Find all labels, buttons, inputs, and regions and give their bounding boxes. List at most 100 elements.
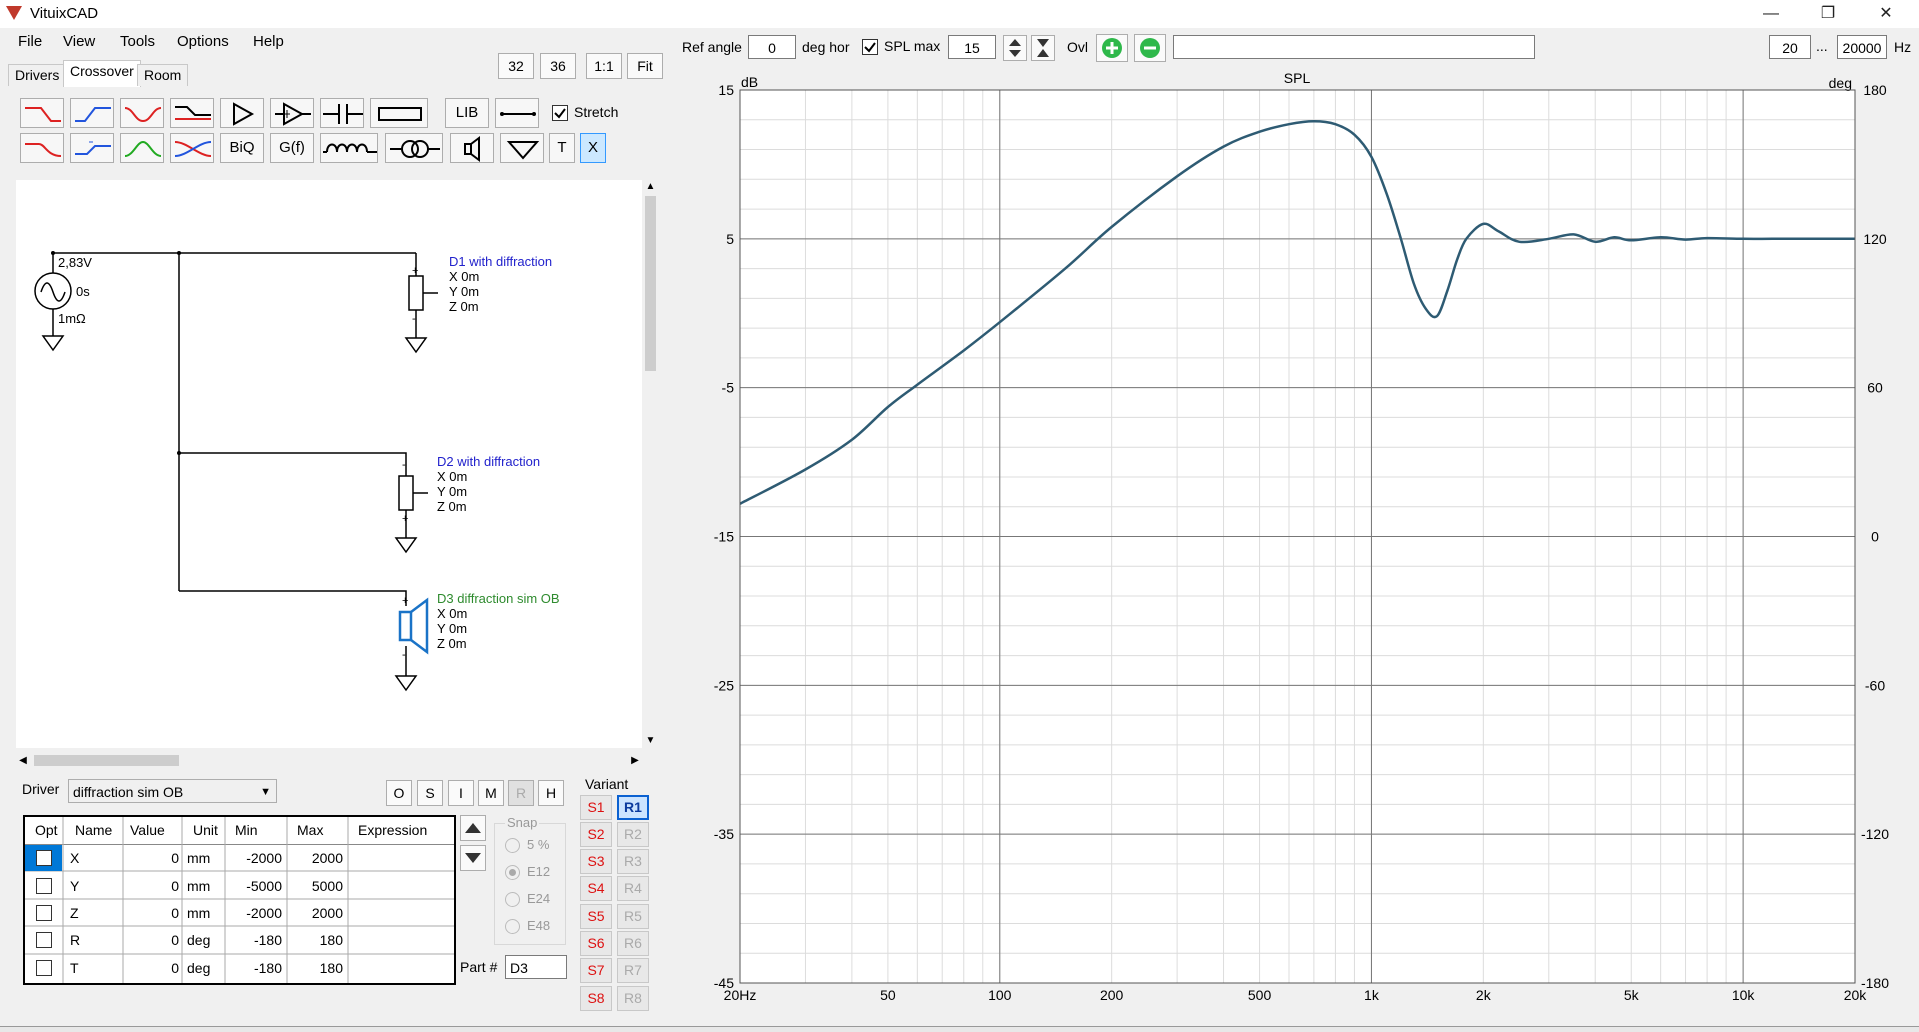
overlay-add-button[interactable] xyxy=(1096,34,1128,62)
spl-max-input[interactable]: 15 xyxy=(948,35,996,59)
row-r-min[interactable]: -180 xyxy=(230,932,282,948)
snap-5-radio[interactable] xyxy=(505,838,520,853)
tab-drivers[interactable]: Drivers xyxy=(8,64,67,86)
r-button[interactable]: R xyxy=(508,780,534,806)
x-button[interactable]: X xyxy=(580,133,606,163)
zoom-1to1-button[interactable]: 1:1 xyxy=(586,53,622,79)
variant-s4-button[interactable]: S4 xyxy=(580,876,612,901)
row-y-value[interactable]: 0 xyxy=(145,878,179,894)
row-t-min[interactable]: -180 xyxy=(230,960,282,976)
move-down-button[interactable] xyxy=(460,845,486,871)
scroll-down-arrow-icon[interactable]: ▼ xyxy=(642,734,659,748)
inductor-icon[interactable] xyxy=(320,133,378,163)
variant-s7-button[interactable]: S7 xyxy=(580,958,612,983)
opt-checkbox-y[interactable] xyxy=(36,878,52,894)
i-button[interactable]: I xyxy=(448,780,474,806)
text-button[interactable]: T xyxy=(549,133,575,163)
spl-max-checkbox[interactable] xyxy=(862,39,878,55)
m-button[interactable]: M xyxy=(478,780,504,806)
shelf-filter-icon[interactable] xyxy=(170,98,214,128)
freq-min-input[interactable]: 20 xyxy=(1769,35,1811,59)
ground-icon[interactable] xyxy=(500,133,544,163)
minimize-button[interactable]: — xyxy=(1743,0,1799,28)
variant-r5-button[interactable]: R5 xyxy=(617,904,649,929)
resistor-icon[interactable] xyxy=(370,98,428,128)
highpass-2-filter-icon[interactable] xyxy=(70,133,114,163)
driver-select[interactable]: diffraction sim OB ▼ xyxy=(68,779,277,803)
variant-s1-button[interactable]: S1 xyxy=(580,795,612,820)
stretch-checkbox[interactable] xyxy=(552,105,568,121)
lowpass-filter-icon[interactable] xyxy=(20,98,64,128)
s-button[interactable]: S xyxy=(417,780,443,806)
vertical-scrollbar[interactable]: ▲ ▼ xyxy=(642,180,659,748)
variant-s6-button[interactable]: S6 xyxy=(580,931,612,956)
lowpass-2-filter-icon[interactable] xyxy=(20,133,64,163)
freq-max-input[interactable]: 20000 xyxy=(1837,35,1887,59)
transformer-icon[interactable] xyxy=(385,133,443,163)
buffer-icon[interactable] xyxy=(220,98,264,128)
vertical-scroll-thumb[interactable] xyxy=(645,196,656,371)
opt-checkbox-r[interactable] xyxy=(36,932,52,948)
bandpass-filter-icon[interactable] xyxy=(120,133,164,163)
capacitor-icon[interactable] xyxy=(320,98,364,128)
overlay-remove-button[interactable] xyxy=(1134,34,1166,62)
tab-room[interactable]: Room xyxy=(137,64,189,86)
variant-s2-button[interactable]: S2 xyxy=(580,822,612,847)
variant-s3-button[interactable]: S3 xyxy=(580,849,612,874)
overlay-input[interactable] xyxy=(1173,35,1535,59)
ref-angle-input[interactable]: 0 xyxy=(748,35,796,59)
o-button[interactable]: O xyxy=(386,780,412,806)
row-t-value[interactable]: 0 xyxy=(145,960,179,976)
row-y-max[interactable]: 5000 xyxy=(291,878,343,894)
speaker-icon[interactable] xyxy=(450,133,494,163)
lib-button[interactable]: LIB xyxy=(445,98,489,128)
horizontal-scrollbar[interactable]: ◀ ▶ xyxy=(16,752,642,769)
row-x-min[interactable]: -2000 xyxy=(230,850,282,866)
parameter-table[interactable]: Opt Name Value Unit Min Max Expression X… xyxy=(23,815,456,985)
variant-r3-button[interactable]: R3 xyxy=(617,849,649,874)
h-button[interactable]: H xyxy=(538,780,564,806)
variant-r4-button[interactable]: R4 xyxy=(617,876,649,901)
menu-options[interactable]: Options xyxy=(177,33,229,50)
variant-s8-button[interactable]: S8 xyxy=(580,986,612,1011)
opt-checkbox-x[interactable] xyxy=(36,850,52,866)
row-x-max[interactable]: 2000 xyxy=(291,850,343,866)
snap-e48-radio[interactable] xyxy=(505,919,520,934)
schematic-canvas[interactable]: + - - + + - 2,83V 0s 1mΩ D1 with diffrac… xyxy=(16,180,642,748)
part-input[interactable]: D3 xyxy=(505,955,567,979)
menu-tools[interactable]: Tools xyxy=(120,33,155,50)
d2-label[interactable]: D2 with diffraction xyxy=(437,454,540,469)
restore-button[interactable]: ❐ xyxy=(1800,0,1856,28)
close-button[interactable]: ✕ xyxy=(1858,0,1914,28)
scroll-left-arrow-icon[interactable]: ◀ xyxy=(16,752,30,769)
row-z-min[interactable]: -2000 xyxy=(230,905,282,921)
row-z-max[interactable]: 2000 xyxy=(291,905,343,921)
scroll-right-arrow-icon[interactable]: ▶ xyxy=(628,752,642,769)
row-r-max[interactable]: 180 xyxy=(291,932,343,948)
notch-filter-icon[interactable] xyxy=(120,98,164,128)
horizontal-scroll-thumb[interactable] xyxy=(34,755,179,766)
variant-r6-button[interactable]: R6 xyxy=(617,931,649,956)
spl-auto-icon[interactable] xyxy=(1031,35,1055,61)
variant-s5-button[interactable]: S5 xyxy=(580,904,612,929)
crossover-filter-icon[interactable] xyxy=(170,133,214,163)
wire-icon[interactable] xyxy=(495,98,539,128)
highpass-filter-icon[interactable] xyxy=(70,98,114,128)
variant-r1-button[interactable]: R1 xyxy=(617,795,649,820)
d1-label[interactable]: D1 with diffraction xyxy=(449,254,552,269)
scroll-up-arrow-icon[interactable]: ▲ xyxy=(642,180,659,194)
variant-r8-button[interactable]: R8 xyxy=(617,986,649,1011)
variant-r2-button[interactable]: R2 xyxy=(617,822,649,847)
amplifier-icon[interactable] xyxy=(270,98,314,128)
menu-view[interactable]: View xyxy=(63,33,95,50)
zoom-32-button[interactable]: 32 xyxy=(498,53,534,79)
tab-crossover[interactable]: Crossover xyxy=(63,60,141,87)
row-x-value[interactable]: 0 xyxy=(145,850,179,866)
opt-checkbox-t[interactable] xyxy=(36,960,52,976)
move-up-button[interactable] xyxy=(460,815,486,841)
d3-label[interactable]: D3 diffraction sim OB xyxy=(437,591,560,606)
variant-r7-button[interactable]: R7 xyxy=(617,958,649,983)
menu-help[interactable]: Help xyxy=(253,33,284,50)
spl-up-down-icon[interactable] xyxy=(1003,35,1027,61)
biq-button[interactable]: BiQ xyxy=(220,133,264,163)
